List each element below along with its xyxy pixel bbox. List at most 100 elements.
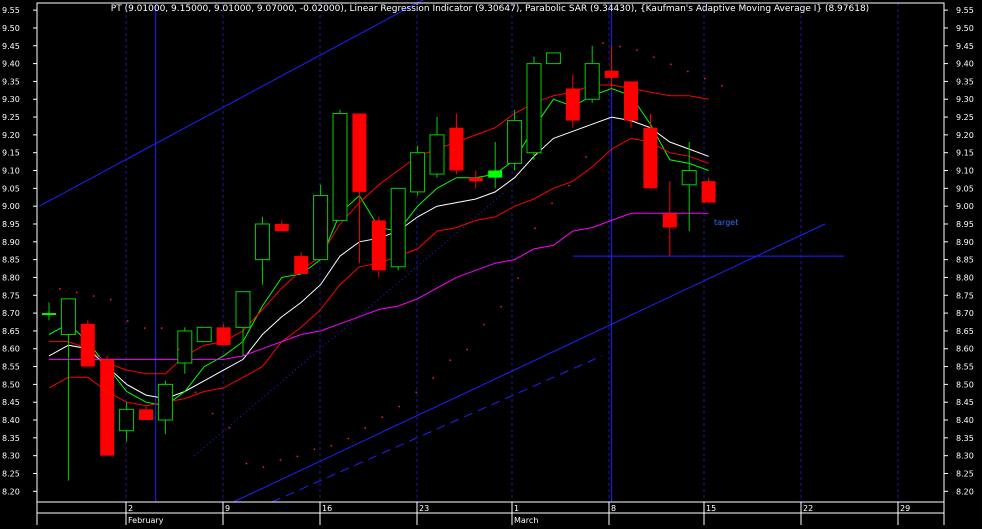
sar-dot <box>177 348 180 351</box>
sar-dot <box>313 448 316 451</box>
y-tick-label-left: 9.55 <box>2 6 20 15</box>
candle-body <box>294 256 309 274</box>
sar-dot <box>194 391 197 394</box>
candle-body <box>332 112 348 221</box>
y-tick-label-right: 8.95 <box>956 220 974 229</box>
sar-dot <box>211 412 214 415</box>
target-annotation: target <box>714 218 738 227</box>
candle-body <box>565 88 580 121</box>
sar-dot <box>415 391 417 394</box>
candle-body <box>449 127 464 171</box>
sar-dot <box>296 455 299 458</box>
candle-body <box>216 327 231 346</box>
y-tick-label-right: 8.65 <box>956 327 974 336</box>
sar-dot <box>160 327 163 329</box>
candle-body <box>410 152 426 193</box>
x-tick-label: 2 <box>128 504 133 513</box>
chart-title: PT (9.01000, 9.15000, 9.01000, 9.07000, … <box>111 4 869 14</box>
y-tick-label-right: 9.25 <box>956 113 974 122</box>
candle-body <box>274 223 289 232</box>
y-tick-label-left: 9.50 <box>2 24 20 33</box>
sar-dot <box>262 466 265 468</box>
y-tick-label-right: 9.20 <box>956 131 974 140</box>
candle-body <box>119 408 135 432</box>
candle-body <box>681 170 697 186</box>
sar-dot <box>619 45 621 48</box>
sar-dot <box>500 305 502 308</box>
sar-dot <box>670 63 672 66</box>
y-tick-label-right: 8.20 <box>956 487 974 496</box>
sar-dot <box>279 459 282 461</box>
y-tick-label-left: 8.50 <box>2 380 20 389</box>
candle-body <box>526 63 542 154</box>
candle-body <box>488 170 503 178</box>
y-tick-label-right: 9.40 <box>956 60 974 69</box>
y-tick-label-left: 9.30 <box>2 95 20 104</box>
y-tick-label-right: 9.00 <box>956 202 974 211</box>
x-tick-label: 22 <box>803 504 813 513</box>
y-tick-label-left: 8.75 <box>2 291 20 300</box>
x-month-label: March <box>514 516 538 525</box>
y-tick-label-right: 9.50 <box>956 24 974 33</box>
y-tick-label-right: 9.45 <box>956 42 974 51</box>
candle-body <box>584 63 600 100</box>
y-tick-label-right: 8.90 <box>956 238 974 247</box>
y-tick-label-right: 8.45 <box>956 398 974 407</box>
y-tick-label-left: 8.25 <box>2 469 20 478</box>
sar-dot <box>245 462 248 465</box>
y-tick-label-left: 9.20 <box>2 131 20 140</box>
candle-body <box>254 223 270 261</box>
y-tick-label-right: 9.05 <box>956 184 974 193</box>
y-tick-label-right: 8.85 <box>956 256 974 265</box>
y-tick-label-right: 8.55 <box>956 363 974 372</box>
y-tick-label-right: 9.35 <box>956 77 974 86</box>
y-tick-label-left: 9.00 <box>2 202 20 211</box>
x-tick-label: 8 <box>611 504 616 513</box>
y-tick-label-right: 8.25 <box>956 469 974 478</box>
y-tick-label-left: 8.85 <box>2 256 20 265</box>
y-tick-label-right: 9.55 <box>956 6 974 15</box>
y-tick-label-left: 8.90 <box>2 238 20 247</box>
y-tick-label-left: 8.20 <box>2 487 20 496</box>
candle-body <box>177 330 193 364</box>
candle-body <box>157 383 173 421</box>
y-tick-label-left: 8.35 <box>2 434 20 443</box>
y-tick-label-right: 9.30 <box>956 95 974 104</box>
candle-body <box>662 213 677 228</box>
sar-dot <box>551 202 553 205</box>
chart-container: 8.20 8.20 8.25 8.25 8.30 8.30 8.35 8.35 8.40 8.40… <box>0 0 982 525</box>
candle-body <box>42 313 56 316</box>
sar-dot <box>228 427 231 429</box>
sar-dot <box>75 291 78 294</box>
sar-dot <box>364 427 367 429</box>
y-tick-label-left: 8.55 <box>2 363 20 372</box>
candle-body <box>390 187 406 268</box>
y-tick-label-right: 8.60 <box>956 345 974 354</box>
candle-body <box>235 291 251 328</box>
sar-dot <box>721 84 723 87</box>
candle-body <box>80 323 95 367</box>
y-tick-label-left: 9.10 <box>2 167 20 176</box>
y-tick-label-left: 9.05 <box>2 184 20 193</box>
y-tick-label-left: 8.80 <box>2 273 20 282</box>
x-tick-label: 1 <box>514 504 519 513</box>
sar-dot <box>534 227 536 230</box>
candle-body <box>352 113 367 192</box>
sar-dot <box>636 49 638 51</box>
candle-body <box>545 52 561 65</box>
y-tick-label-right: 9.10 <box>956 167 974 176</box>
sar-dot <box>449 359 451 361</box>
sar-dot <box>330 444 333 447</box>
y-tick-label-left: 8.40 <box>2 416 20 425</box>
y-tick-label-right: 9.15 <box>956 149 974 158</box>
candle-body <box>643 127 658 189</box>
y-tick-label-right: 8.80 <box>956 273 974 282</box>
sar-dot <box>568 184 570 187</box>
sar-dot <box>653 56 655 58</box>
x-tick-label: 29 <box>900 504 910 513</box>
y-tick-label-left: 8.45 <box>2 398 20 407</box>
y-tick-label-right: 8.50 <box>956 380 974 389</box>
x-tick-label: 15 <box>706 504 716 513</box>
sar-dot <box>687 70 689 73</box>
y-tick-label-left: 9.15 <box>2 149 20 158</box>
